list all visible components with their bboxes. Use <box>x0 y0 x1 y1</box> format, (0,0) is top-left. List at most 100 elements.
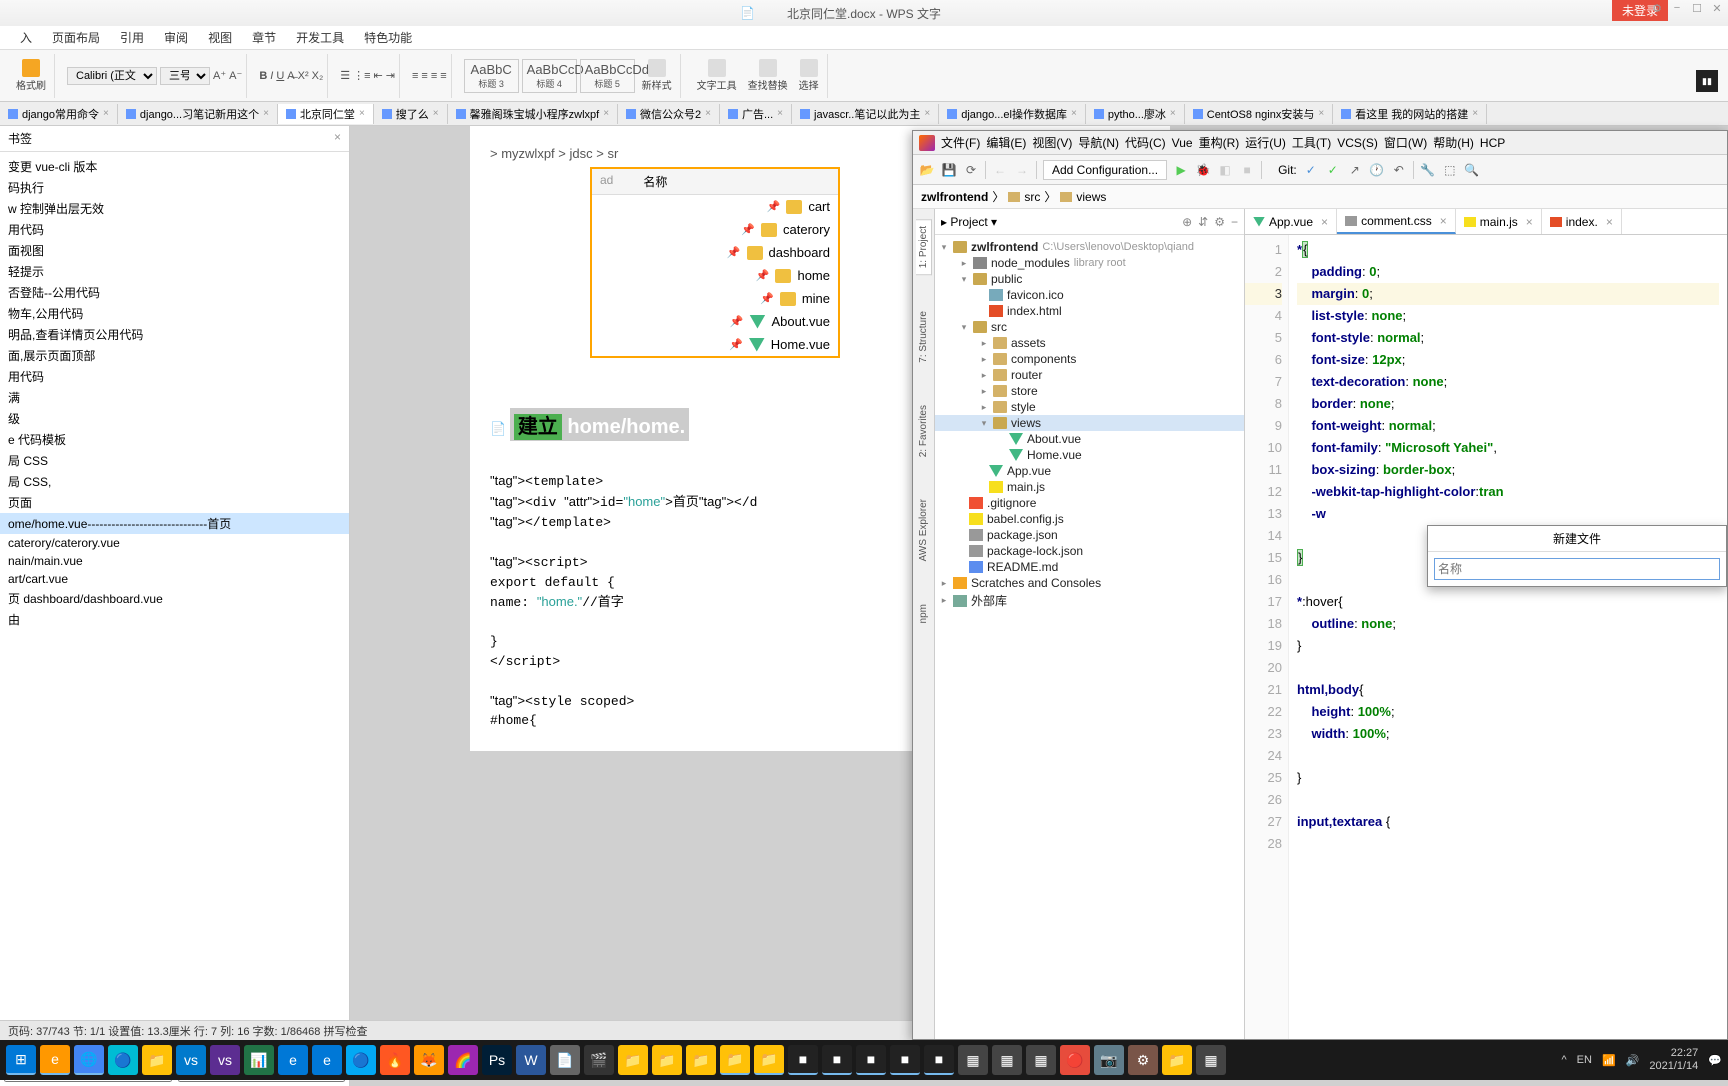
taskbar-app[interactable]: 📁 <box>652 1045 682 1075</box>
bookmark-item[interactable]: caterory/caterory.vue <box>0 534 349 552</box>
taskbar-app[interactable]: ▦ <box>1196 1045 1226 1075</box>
minimize-icon[interactable]: − <box>1670 2 1684 16</box>
bold-button[interactable]: B <box>259 70 267 82</box>
tree-package-lock[interactable]: package-lock.json <box>935 543 1244 559</box>
taskbar-app[interactable]: 🌈 <box>448 1045 478 1075</box>
search-icon[interactable]: 🔍 <box>1464 162 1480 178</box>
style-heading3[interactable]: AaBbC标题 3 <box>464 59 519 93</box>
search-everywhere-icon[interactable]: ⬚ <box>1442 162 1458 178</box>
code-line[interactable] <box>1297 745 1719 767</box>
bookmark-item[interactable]: nain/main.vue <box>0 552 349 570</box>
editor-tab[interactable]: index.× <box>1542 209 1622 234</box>
menu-item[interactable]: 引用 <box>120 29 144 46</box>
bookmark-item[interactable]: 面,展示页面顶部 <box>0 345 349 366</box>
menu-hcp[interactable]: HCP <box>1480 136 1505 150</box>
tab-close-icon[interactable]: × <box>1440 214 1447 228</box>
font-size-select[interactable]: 三号 <box>160 67 210 85</box>
bookmark-item[interactable]: 局 CSS <box>0 450 349 471</box>
decrease-font-icon[interactable]: A⁻ <box>229 69 242 82</box>
font-name-select[interactable]: Calibri (正文) <box>67 67 157 85</box>
code-line[interactable]: height: 100%; <box>1297 701 1719 723</box>
taskbar-app[interactable]: 📁 <box>1162 1045 1192 1075</box>
taskbar-app[interactable]: 🦊 <box>414 1045 444 1075</box>
doc-tab[interactable]: django...el操作数据库× <box>939 104 1086 124</box>
tab-close-icon[interactable]: × <box>1321 215 1328 229</box>
menu-window[interactable]: 窗口(W) <box>1384 134 1427 151</box>
doc-tab[interactable]: pytho...廖冰× <box>1086 104 1185 124</box>
taskbar-app[interactable]: 🔥 <box>380 1045 410 1075</box>
menu-item[interactable]: 开发工具 <box>296 29 344 46</box>
taskbar-app[interactable]: 📄 <box>550 1045 580 1075</box>
ime-indicator[interactable]: EN <box>1577 1054 1592 1066</box>
tree-node-modules[interactable]: ▸node_modules library root <box>935 255 1244 271</box>
settings-icon[interactable]: ⚙ <box>1214 215 1225 229</box>
menu-item[interactable]: 视图 <box>208 29 232 46</box>
tab-aws[interactable]: AWS Explorer <box>916 493 931 567</box>
back-icon[interactable]: ← <box>992 162 1008 178</box>
align-center-icon[interactable]: ≡ <box>421 70 427 82</box>
settings-icon[interactable]: 🔧 <box>1420 162 1436 178</box>
format-brush-button[interactable]: 格式刷 <box>12 57 50 94</box>
menu-edit[interactable]: 编辑(E) <box>986 134 1026 151</box>
taskbar-app[interactable]: ⚙ <box>1128 1045 1158 1075</box>
crumb-root[interactable]: zwlfrontend <box>921 190 988 204</box>
locate-icon[interactable]: ⊕ <box>1182 215 1192 229</box>
open-icon[interactable]: 📂 <box>919 162 935 178</box>
menu-nav[interactable]: 导航(N) <box>1078 134 1119 151</box>
taskbar-app[interactable]: ■ <box>788 1045 818 1075</box>
editor-tab[interactable]: comment.css× <box>1337 209 1456 234</box>
tab-close-icon[interactable]: × <box>924 108 930 119</box>
save-icon[interactable]: 💾 <box>941 162 957 178</box>
editor-tab[interactable]: App.vue× <box>1245 209 1337 234</box>
tab-npm[interactable]: npm <box>916 598 931 629</box>
doc-tab[interactable]: CentOS8 nginx安装与× <box>1185 104 1333 124</box>
doc-tab[interactable]: 北京同仁堂× <box>278 104 374 124</box>
git-history-icon[interactable]: 🕐 <box>1369 162 1385 178</box>
code-line[interactable]: -w <box>1297 503 1719 525</box>
bookmark-item[interactable]: 用代码 <box>0 366 349 387</box>
code-line[interactable]: *:hover{ <box>1297 591 1719 613</box>
tree-assets[interactable]: ▸assets <box>935 335 1244 351</box>
menu-item[interactable]: 审阅 <box>164 29 188 46</box>
taskbar-app[interactable]: 📁 <box>142 1045 172 1075</box>
doc-tab[interactable]: 搜了么× <box>374 104 448 124</box>
bookmark-item[interactable]: 否登陆--公用代码 <box>0 282 349 303</box>
tree-style[interactable]: ▸style <box>935 399 1244 415</box>
select-button[interactable]: 选择 <box>795 57 823 94</box>
bookmark-item[interactable]: ome/home.vue----------------------------… <box>0 513 349 534</box>
bookmark-item[interactable]: w 控制弹出层无效 <box>0 198 349 219</box>
taskbar-app[interactable]: ■ <box>822 1045 852 1075</box>
code-line[interactable]: html,body{ <box>1297 679 1719 701</box>
code-line[interactable]: margin: 0; <box>1297 283 1719 305</box>
taskbar-app[interactable]: ▦ <box>992 1045 1022 1075</box>
debug-icon[interactable]: 🐞 <box>1195 162 1211 178</box>
new-style-button[interactable]: 新样式 <box>638 57 676 94</box>
code-line[interactable]: width: 100%; <box>1297 723 1719 745</box>
tree-main-js[interactable]: main.js <box>935 479 1244 495</box>
stop-icon[interactable]: ■ <box>1239 162 1255 178</box>
git-commit-icon[interactable]: ✓ <box>1325 162 1341 178</box>
crumb-views[interactable]: views <box>1076 190 1106 204</box>
code-line[interactable]: font-style: normal; <box>1297 327 1719 349</box>
superscript-button[interactable]: X² <box>298 70 309 82</box>
tab-close-icon[interactable]: × <box>433 108 439 119</box>
tree-app-vue[interactable]: App.vue <box>935 463 1244 479</box>
doc-tab[interactable]: 广告...× <box>720 104 792 124</box>
tab-close-icon[interactable]: × <box>603 108 609 119</box>
bookmark-item[interactable]: art/cart.vue <box>0 570 349 588</box>
menu-item[interactable]: 入 <box>20 29 32 46</box>
number-list-icon[interactable]: ⋮≡ <box>353 69 370 82</box>
tree-package-json[interactable]: package.json <box>935 527 1244 543</box>
tree-components[interactable]: ▸components <box>935 351 1244 367</box>
code-line[interactable]: -webkit-tap-highlight-color:tran <box>1297 481 1719 503</box>
bookmark-item[interactable]: 轻提示 <box>0 261 349 282</box>
tree-gitignore[interactable]: .gitignore <box>935 495 1244 511</box>
menu-help[interactable]: 帮助(H) <box>1433 134 1474 151</box>
tree-store[interactable]: ▸store <box>935 383 1244 399</box>
forward-icon[interactable]: → <box>1014 162 1030 178</box>
indent-right-icon[interactable]: ⇥ <box>386 69 395 82</box>
tab-close-icon[interactable]: × <box>1526 215 1533 229</box>
hide-icon[interactable]: − <box>1231 215 1238 229</box>
style-heading5[interactable]: AaBbCcDd标题 5 <box>580 59 635 93</box>
menu-vcs[interactable]: VCS(S) <box>1337 136 1378 150</box>
